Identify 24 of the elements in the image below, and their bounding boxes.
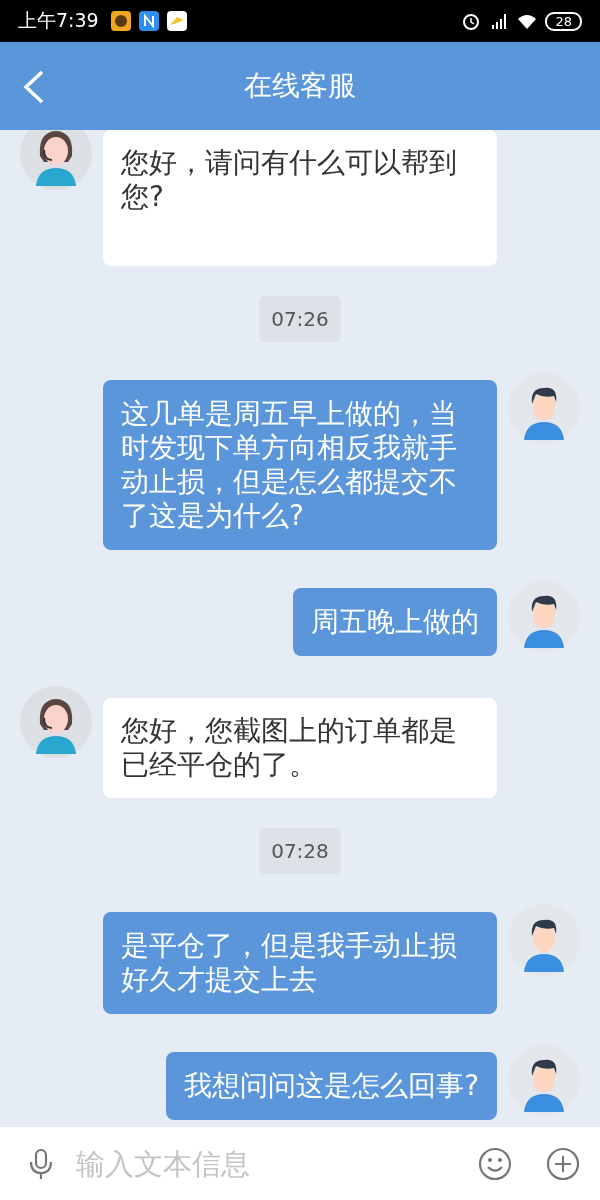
user-avatar	[508, 904, 580, 976]
user-avatar	[508, 1044, 580, 1116]
status-time: 上午7:39	[18, 8, 99, 33]
user-message: 这几单是周五早上做的，当时发现下单方向相反我就手动止损，但是怎么都提交不了这是为什么?	[103, 380, 497, 550]
user-message: 我想问问这是怎么回事?	[166, 1052, 497, 1120]
app-icon	[138, 11, 159, 31]
timestamp: 07:28	[259, 828, 341, 874]
user-message: 是平仓了，但是我手动止损好久才提交上去	[103, 912, 497, 1014]
alarm-icon	[461, 11, 482, 31]
user-message: 周五晚上做的	[293, 588, 497, 656]
agent-avatar	[20, 686, 92, 758]
add-icon[interactable]	[546, 1146, 580, 1181]
back-icon[interactable]	[22, 70, 46, 104]
emoji-icon[interactable]	[478, 1146, 512, 1181]
app-icon	[110, 11, 131, 31]
app-icon	[166, 11, 187, 31]
agent-message: 您好，请问有什么可以帮到您?	[103, 130, 497, 266]
header-title: 在线客服	[244, 68, 356, 104]
battery-indicator: 28	[545, 11, 582, 31]
message-input[interactable]: 输入文本信息	[72, 1138, 464, 1189]
timestamp: 07:26	[259, 296, 341, 342]
user-avatar	[508, 372, 580, 444]
agent-message: 您好，您截图上的订单都是已经平仓的了。	[103, 698, 497, 798]
user-avatar	[508, 580, 580, 652]
